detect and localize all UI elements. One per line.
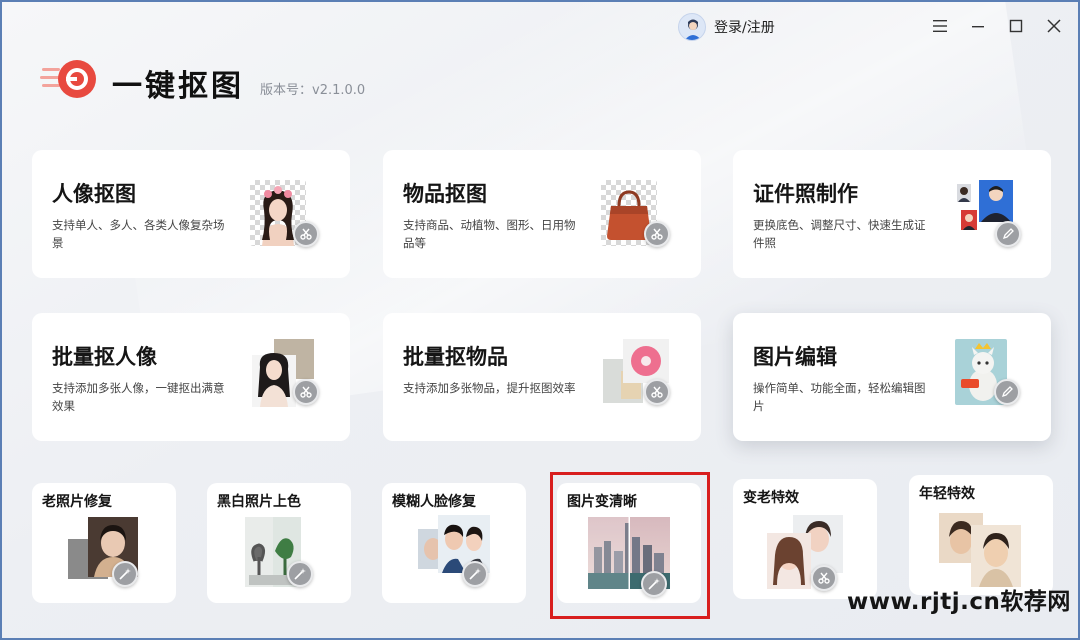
login-label[interactable]: 登录/注册 <box>714 17 775 37</box>
site-watermark: www.rjtj.cn软荐网 <box>847 589 1071 615</box>
login-button[interactable]: 登录/注册 <box>678 12 775 42</box>
card-description: 支持商品、动植物、图形、日用物品等 <box>403 218 576 250</box>
minimize-icon <box>972 26 984 28</box>
card-batch-object[interactable]: 批量抠物品 支持添加多张物品，提升抠图效率 <box>383 313 701 441</box>
tool-title: 图片变清晰 <box>567 494 637 510</box>
scissors-icon <box>293 221 319 247</box>
card-batch-portrait[interactable]: 批量抠人像 支持添加多张人像，一键抠出满意效果 <box>32 313 350 441</box>
app-window: 登录/注册 一键抠图 版本号：v2.1.0.0 人像抠图 支持单人、多人、各类人… <box>0 0 1080 640</box>
menu-button[interactable] <box>928 14 952 38</box>
menu-icon <box>933 20 947 32</box>
user-avatar-icon <box>678 13 706 41</box>
pencil-icon <box>994 379 1020 405</box>
close-button[interactable] <box>1042 14 1066 38</box>
wand-icon <box>287 561 313 587</box>
scissors-icon <box>293 379 319 405</box>
pencil-icon <box>995 221 1021 247</box>
card-description: 操作简单、功能全面，轻松编辑图片 <box>753 381 926 413</box>
tool-old-photo-restore[interactable]: 老照片修复 <box>32 483 176 603</box>
card-title: 人像抠图 <box>52 182 136 206</box>
tool-title: 黑白照片上色 <box>217 494 301 510</box>
app-title: 一键抠图 <box>112 69 244 104</box>
card-description: 支持添加多张物品，提升抠图效率 <box>403 381 576 395</box>
card-description: 支持添加多张人像，一键抠出满意效果 <box>52 381 225 413</box>
maximize-button[interactable] <box>1004 14 1028 38</box>
tool-colorize[interactable]: 黑白照片上色 <box>207 483 351 603</box>
card-title: 物品抠图 <box>403 182 487 206</box>
close-icon <box>1047 19 1061 33</box>
tool-face-restore[interactable]: 模糊人脸修复 <box>382 483 526 603</box>
card-description: 更换底色、调整尺寸、快速生成证件照 <box>753 218 926 250</box>
scissors-icon <box>644 379 670 405</box>
tool-aging-effect[interactable]: 变老特效 <box>733 479 877 599</box>
scissors-icon <box>811 565 837 591</box>
card-object-cutout[interactable]: 物品抠图 支持商品、动植物、图形、日用物品等 <box>383 150 701 278</box>
tool-youth-effect[interactable]: 年轻特效 <box>909 475 1053 595</box>
app-logo-icon <box>40 58 100 102</box>
scissors-icon <box>644 221 670 247</box>
version-label: 版本号：v2.1.0.0 <box>260 83 366 98</box>
tool-title: 老照片修复 <box>42 494 112 510</box>
card-title: 证件照制作 <box>753 182 858 206</box>
minimize-button[interactable] <box>966 14 990 38</box>
card-description: 支持单人、多人、各类人像复杂场景 <box>52 218 225 250</box>
wand-icon <box>462 561 488 587</box>
tool-title: 年轻特效 <box>919 486 975 502</box>
wand-icon <box>641 571 667 597</box>
wand-icon <box>112 561 138 587</box>
tool-image-sharpen[interactable]: 图片变清晰 <box>557 483 701 603</box>
youth-thumbnail <box>939 511 1025 587</box>
card-title: 批量抠物品 <box>403 345 508 369</box>
card-portrait-cutout[interactable]: 人像抠图 支持单人、多人、各类人像复杂场景 <box>32 150 350 278</box>
card-image-edit[interactable]: 图片编辑 操作简单、功能全面，轻松编辑图片 <box>733 313 1051 441</box>
card-id-photo[interactable]: 证件照制作 更换底色、调整尺寸、快速生成证件照 <box>733 150 1051 278</box>
tool-title: 模糊人脸修复 <box>392 494 476 510</box>
tool-title: 变老特效 <box>743 490 799 506</box>
maximize-icon <box>1009 19 1023 33</box>
card-title: 图片编辑 <box>753 345 837 369</box>
card-title: 批量抠人像 <box>52 345 157 369</box>
